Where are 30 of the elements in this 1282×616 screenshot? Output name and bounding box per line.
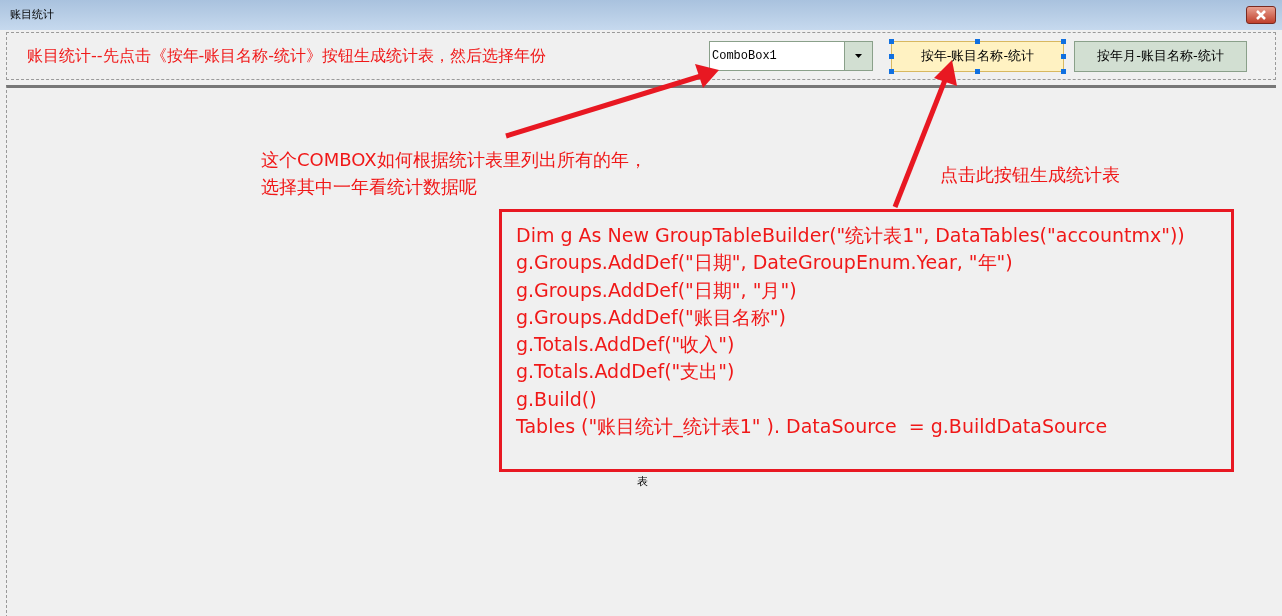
code-line: g.Groups.AddDef("日期", DateGroupEnum.Year, "年") (516, 250, 1014, 276)
selection-handle[interactable] (889, 53, 894, 59)
selection-handle[interactable] (889, 38, 894, 44)
code-line: Tables ("账目统计_统计表1" ). DataSource = g.BuildDataSource (516, 414, 1109, 440)
selection-handle[interactable] (1061, 38, 1066, 44)
dropdown-button[interactable] (844, 42, 872, 70)
instruction-label: 账目统计--先点击《按年-账目名称-统计》按钮生成统计表，然后选择年份 (27, 45, 547, 67)
code-line: g.Groups.AddDef("账目名称") (516, 304, 787, 330)
combo-box[interactable]: ComboBox1 (709, 41, 873, 71)
code-line: g.Totals.AddDef("支出") (516, 359, 736, 385)
selection-handle[interactable] (975, 68, 980, 74)
code-line: Dim g As New GroupTableBuilder("统计表1", DataTables("accountmx")) (516, 223, 1186, 248)
close-button[interactable] (1246, 6, 1276, 24)
code-line: g.Build() (516, 386, 598, 412)
selection-handle[interactable] (1061, 68, 1066, 74)
form-button[interactable]: 按年月-账目名称-统计 (1074, 40, 1247, 72)
selection-handle[interactable] (889, 68, 894, 74)
code-line: g.Groups.AddDef("日期", "月") (516, 277, 798, 303)
annotation-text: 点击此按钮生成统计表 (940, 163, 1120, 187)
code-line: g.Totals.AddDef("收入") (516, 332, 736, 358)
annotation-text: 选择其中一年看统计数据呢 (261, 175, 478, 199)
close-icon (1256, 10, 1266, 20)
selection-handle[interactable] (975, 38, 980, 44)
table-label: 表 (637, 474, 648, 490)
dropdown-arrow-icon (855, 54, 862, 58)
annotation-text: 这个COMBOX如何根据统计表里列出所有的年， (261, 148, 647, 172)
selection-handle[interactable] (1061, 53, 1066, 59)
window-title: 账目统计 (10, 6, 54, 23)
form-button[interactable]: 按年-账目名称-统计 (891, 40, 1064, 72)
combo-box-field[interactable]: ComboBox1 (710, 42, 844, 70)
